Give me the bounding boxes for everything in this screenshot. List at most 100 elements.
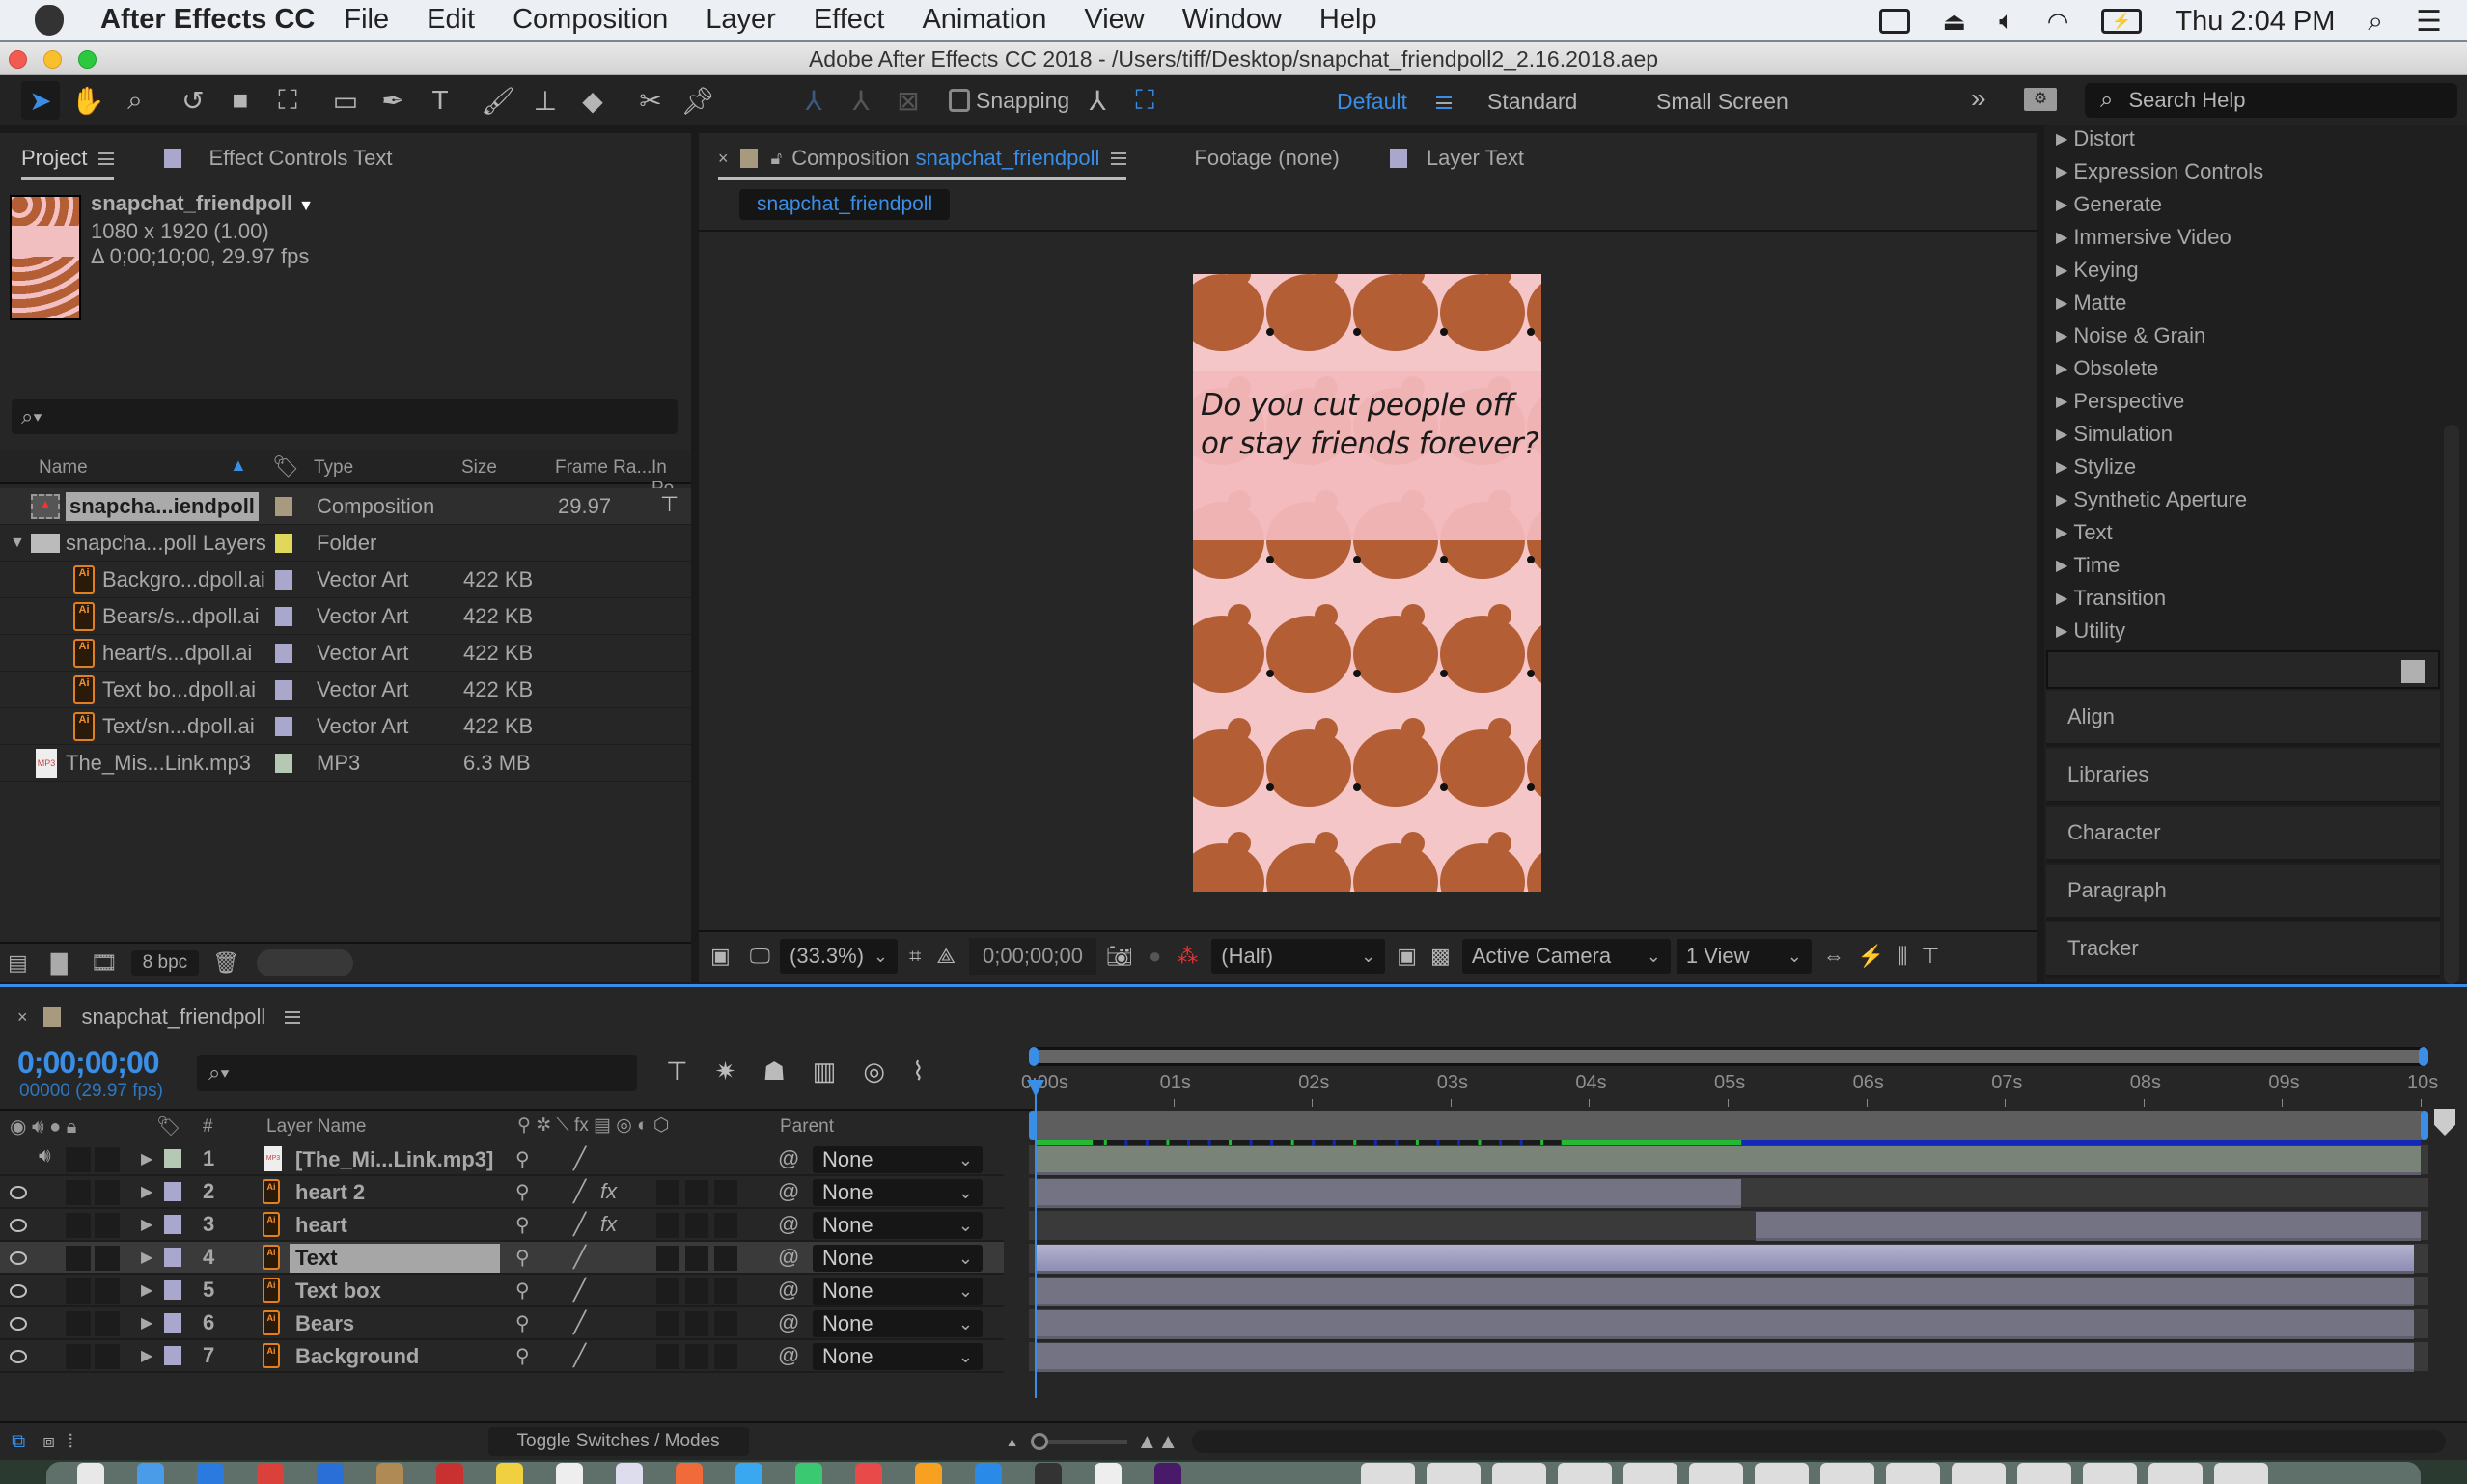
app-menu[interactable]: After Effects CC (100, 4, 315, 36)
project-item[interactable]: Ai Backgro...dpoll.ai Vector Art 422 KB (0, 562, 691, 598)
dock-window-thumbnail[interactable] (1886, 1463, 1940, 1484)
visibility-eye-icon[interactable] (10, 1350, 27, 1363)
layer-row[interactable]: ▶ 5 Ai Text box ⚲ ╱ @ None ⌄ (0, 1275, 1004, 1307)
shy-switch-icon[interactable]: ⚲ (515, 1213, 530, 1237)
region-of-interest-icon[interactable]: ⌗ (909, 944, 921, 969)
visibility-eye-icon[interactable] (10, 1219, 27, 1232)
layer-name[interactable]: Bears (290, 1309, 500, 1338)
interpret-footage-icon[interactable]: ▤ (8, 950, 28, 976)
effect-category[interactable]: ▶ Expression Controls (2054, 156, 2440, 189)
fast-previews-icon[interactable]: ▣ (1397, 944, 1417, 969)
world-axis-icon[interactable]: ⅄ (842, 81, 880, 120)
expand-triangle-icon[interactable]: ▶ (141, 1215, 152, 1234)
effect-category[interactable]: ▶ Generate (2054, 189, 2440, 222)
resolution-dropdown[interactable]: (Half) ⌄ (1211, 939, 1386, 974)
switch-cell[interactable] (714, 1213, 737, 1238)
eraser-tool-icon[interactable]: ◆ (573, 81, 612, 120)
clone-stamp-tool-icon[interactable]: ⊥ (526, 81, 565, 120)
clock[interactable]: Thu 2:04 PM (2175, 6, 2335, 38)
dock-window-thumbnail[interactable] (1952, 1463, 2006, 1484)
pick-whip-icon[interactable]: @ (778, 1146, 799, 1171)
pick-whip-icon[interactable]: @ (778, 1179, 799, 1204)
new-composition-icon[interactable]: 🎞︎ (91, 950, 118, 976)
switch-cell[interactable] (685, 1344, 708, 1369)
layer-name[interactable]: heart 2 (290, 1178, 500, 1207)
layer-duration-bar[interactable] (1035, 1343, 2414, 1372)
visibility-eye-icon[interactable] (10, 1284, 27, 1298)
layer-row[interactable]: ▶ 2 Ai heart 2 ⚲ ╱ fx @ None ⌄ (0, 1176, 1004, 1209)
snapshot-camera-icon[interactable]: 📷︎ (1106, 944, 1133, 969)
project-item[interactable]: Ai Bears/s...dpoll.ai Vector Art 422 KB (0, 598, 691, 635)
label-swatch[interactable] (275, 679, 292, 700)
thumbnail-scroll[interactable] (257, 949, 354, 976)
current-time[interactable]: 0;00;00;00 (17, 1045, 160, 1081)
bit-depth-button[interactable]: 8 bpc (130, 950, 200, 976)
effects-switch-icon[interactable]: fx (600, 1212, 617, 1237)
effect-category[interactable]: ▶ Synthetic Aperture (2054, 484, 2440, 517)
display-icon[interactable]: 🖵︎ (750, 944, 770, 969)
dock-window-thumbnail[interactable] (1755, 1463, 1809, 1484)
label-swatch[interactable] (275, 716, 292, 736)
spotlight-icon[interactable]: ⌕ (2368, 6, 2383, 38)
lock-toggle[interactable] (95, 1147, 120, 1172)
dock-app-icon[interactable] (137, 1463, 164, 1484)
composition-canvas[interactable]: Do you cut people off or stay friends fo… (1193, 274, 1541, 892)
dock-app-icon[interactable] (436, 1463, 463, 1484)
expand-triangle-icon[interactable]: ▶ (141, 1248, 152, 1267)
dock-app-icon[interactable] (616, 1463, 643, 1484)
pick-whip-icon[interactable]: @ (778, 1212, 799, 1237)
always-preview-icon[interactable]: ▣ (710, 944, 731, 969)
shy-layers-icon[interactable]: ☗ (762, 1057, 785, 1086)
label-swatch[interactable] (164, 1215, 181, 1234)
dock-app-icon[interactable] (257, 1463, 284, 1484)
project-item[interactable]: MP3 The_Mis...Link.mp3 MP3 6.3 MB (0, 745, 691, 782)
shy-switch-icon[interactable]: ⚲ (515, 1344, 530, 1368)
color-channels-icon[interactable]: ⁂ (1177, 944, 1198, 969)
panel-align[interactable]: Align (2046, 691, 2440, 747)
parent-dropdown[interactable]: None ⌄ (813, 1343, 983, 1370)
quality-switch-icon[interactable]: ╱ (573, 1179, 586, 1204)
layer-row[interactable]: ▶ 4 Ai Text ⚲ ╱ @ None ⌄ (0, 1242, 1004, 1275)
layer-name[interactable]: [The_Mi...Link.mp3] (290, 1145, 500, 1174)
lock-toggle[interactable] (95, 1344, 120, 1369)
label-swatch[interactable] (275, 496, 292, 516)
project-search-input[interactable]: ⌕▾ (12, 399, 678, 434)
menu-view[interactable]: View (1084, 4, 1144, 36)
dock-window-thumbnail[interactable] (1492, 1463, 1546, 1484)
switch-cell[interactable] (656, 1278, 679, 1304)
lock-icon[interactable]: 🔓︎ (771, 149, 783, 169)
solo-toggle[interactable] (66, 1278, 91, 1304)
views-dropdown[interactable]: 1 View ⌄ (1676, 939, 1812, 974)
dock-app-icon[interactable] (1154, 1463, 1181, 1484)
playhead[interactable] (1027, 1080, 1044, 1398)
panel-libraries[interactable]: Libraries (2046, 749, 2440, 805)
volume-icon[interactable]: 🔈︎ (1999, 6, 2014, 37)
dock-app-icon[interactable] (855, 1463, 882, 1484)
switch-cell[interactable] (685, 1246, 708, 1271)
hand-tool-icon[interactable]: ✋ (69, 81, 107, 120)
solo-toggle[interactable] (66, 1246, 91, 1271)
dock-window-thumbnail[interactable] (2148, 1463, 2203, 1484)
effects-switch-icon[interactable]: fx (600, 1179, 617, 1204)
menu-help[interactable]: Help (1319, 4, 1377, 36)
comp-breadcrumb[interactable]: snapchat_friendpoll (739, 189, 951, 220)
dock-app-icon[interactable] (197, 1463, 224, 1484)
maximize-window-button[interactable] (78, 50, 97, 69)
show-snapshot-icon[interactable]: ● (1149, 944, 1161, 969)
tab-effect-controls[interactable]: Effect Controls Text (208, 146, 392, 171)
effect-category[interactable]: ▶ Stylize (2054, 452, 2440, 484)
pan-behind-tool-icon[interactable]: ⛶ (268, 81, 307, 120)
solo-toggle[interactable] (66, 1344, 91, 1369)
switch-cell[interactable] (656, 1344, 679, 1369)
roto-brush-tool-icon[interactable]: ✂ (631, 81, 670, 120)
lock-toggle[interactable] (95, 1311, 120, 1336)
switch-cell[interactable] (685, 1311, 708, 1336)
solo-toggle[interactable] (66, 1213, 91, 1238)
shy-switch-icon[interactable]: ⚲ (515, 1246, 530, 1270)
label-swatch[interactable] (164, 1280, 181, 1300)
transparency-grid-icon[interactable]: ▩ (1430, 944, 1451, 969)
column-parent[interactable]: Parent (780, 1116, 834, 1138)
lock-toggle[interactable] (95, 1180, 120, 1205)
parent-dropdown[interactable]: None ⌄ (813, 1146, 983, 1173)
frame-blending-icon[interactable]: ▥ (813, 1057, 837, 1086)
